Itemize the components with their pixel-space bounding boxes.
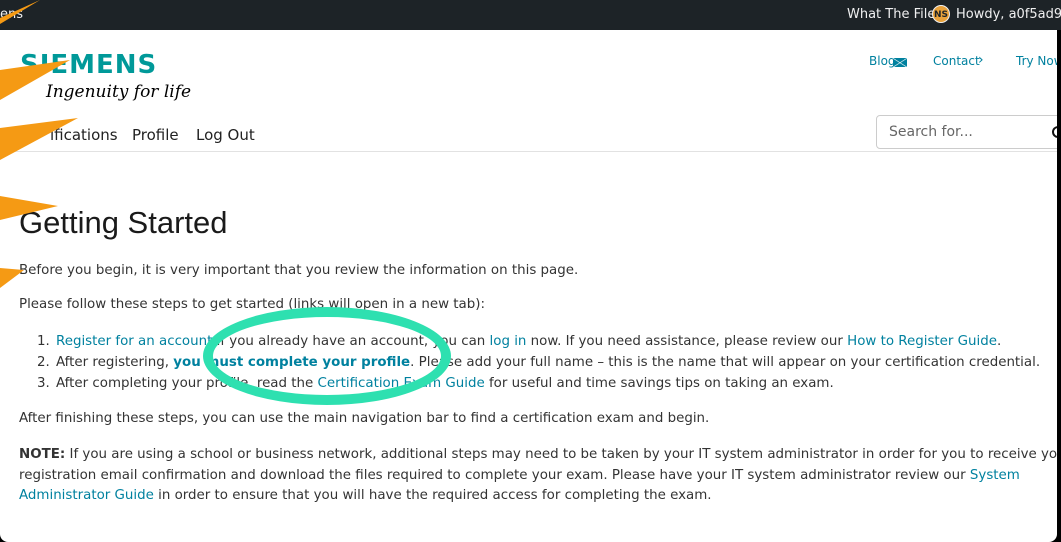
search-box bbox=[876, 115, 1057, 149]
note-text: registration email confirmation and down… bbox=[19, 468, 970, 483]
highlight-oval bbox=[203, 307, 451, 405]
intro-paragraph: Before you begin, it is very important t… bbox=[19, 263, 579, 278]
list-item-step-1: 1. Register for an account if you already… bbox=[37, 334, 1001, 349]
log-in-link[interactable]: log in bbox=[490, 334, 527, 349]
user-avatar-icon[interactable]: NS bbox=[932, 5, 950, 23]
system-admin-guide-link[interactable]: System bbox=[970, 468, 1020, 483]
arrow-2 bbox=[0, 60, 70, 100]
register-account-link[interactable]: Register for an account bbox=[56, 334, 212, 349]
arrow-4 bbox=[0, 196, 58, 220]
annotation-arrows bbox=[0, 0, 78, 288]
note-label: NOTE: bbox=[19, 447, 66, 462]
admin-bar: ens What The File NS Howdy, a0f5ad99 bbox=[0, 0, 1061, 30]
nav-item-logout[interactable]: Log Out bbox=[196, 126, 255, 144]
howdy-user-menu[interactable]: Howdy, a0f5ad99 bbox=[956, 7, 1061, 22]
after-steps-paragraph: After finishing these steps, you can use… bbox=[19, 411, 710, 426]
step-text: . Please add your full name – this is th… bbox=[410, 355, 1041, 370]
step-number: 1. bbox=[37, 334, 50, 349]
note-line-2: registration email confirmation and down… bbox=[19, 468, 1020, 483]
system-admin-guide-link-cont[interactable]: Administrator Guide bbox=[19, 488, 154, 503]
what-the-file-link[interactable]: What The File bbox=[847, 7, 935, 22]
mail-icon bbox=[893, 58, 907, 67]
step-number: 2. bbox=[37, 355, 50, 370]
chevron-right-icon: › bbox=[978, 52, 984, 68]
page-body: SIEMENS Ingenuity for life Blog Contact … bbox=[0, 30, 1057, 542]
search-icon[interactable] bbox=[1052, 126, 1057, 138]
search-input[interactable] bbox=[887, 123, 1041, 141]
contact-link[interactable]: Contact bbox=[933, 54, 980, 68]
arrow-1 bbox=[0, 0, 40, 24]
note-text: If you are using a school or business ne… bbox=[65, 447, 1057, 462]
note-line-1: NOTE: If you are using a school or busin… bbox=[19, 447, 1057, 462]
how-to-register-guide-link[interactable]: How to Register Guide bbox=[847, 334, 997, 349]
step-number: 3. bbox=[37, 376, 50, 391]
step-text: . bbox=[997, 334, 1002, 349]
header-divider bbox=[0, 151, 1057, 152]
steps-intro: Please follow these steps to get started… bbox=[19, 297, 485, 312]
arrow-5 bbox=[0, 268, 24, 288]
note-text: in order to ensure that you will have th… bbox=[153, 488, 712, 503]
step-text: for useful and time savings tips on taki… bbox=[484, 376, 834, 391]
step-text: After registering, bbox=[56, 355, 174, 370]
nav-item-profile[interactable]: Profile bbox=[132, 126, 179, 144]
list-item-step-2: 2. After registering, you must complete y… bbox=[37, 355, 1040, 370]
blog-link[interactable]: Blog bbox=[869, 54, 896, 68]
try-now-link[interactable]: Try Now bbox=[1016, 54, 1057, 68]
note-line-3: Administrator Guide in order to ensure t… bbox=[19, 488, 712, 503]
arrow-3 bbox=[0, 118, 78, 160]
step-text: now. If you need assistance, please revi… bbox=[526, 334, 848, 349]
